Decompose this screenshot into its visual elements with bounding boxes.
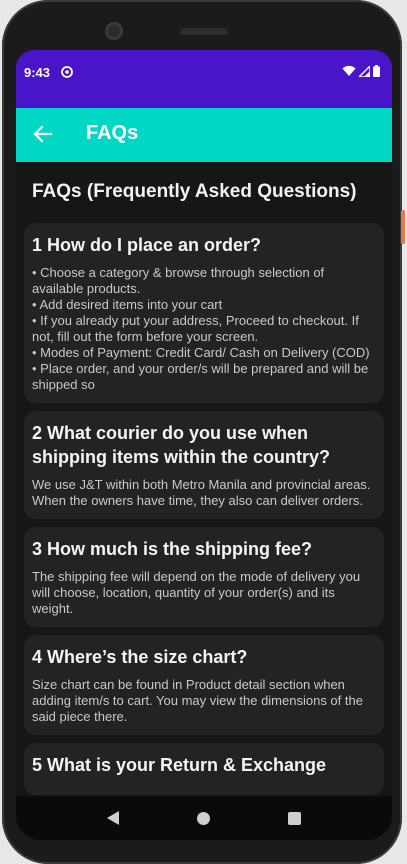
faq-scroll-view[interactable]: FAQs (Frequently Asked Questions) 1 How … bbox=[16, 162, 392, 796]
battery-icon bbox=[373, 65, 380, 77]
app-bar-title: FAQs bbox=[86, 122, 139, 144]
faq-question: 1 How do I place an order? bbox=[32, 235, 262, 255]
power-button bbox=[401, 210, 405, 244]
system-nav-bar bbox=[16, 796, 392, 840]
at-sign-icon bbox=[61, 66, 73, 78]
faq-question: 3 How much is the shipping fee? bbox=[32, 539, 313, 559]
back-triangle-icon[interactable] bbox=[107, 811, 119, 825]
faq-answer: We use J&T within both Metro Manila and … bbox=[32, 477, 371, 508]
faq-answer: The shipping fee will depend on the mode… bbox=[32, 569, 361, 616]
signal-icon bbox=[359, 65, 370, 77]
home-circle-icon[interactable] bbox=[197, 811, 210, 825]
faq-card[interactable]: 4 Where’s the size chart? Size chart can… bbox=[24, 635, 384, 735]
screen: 9:43 FAQs FAQs (Frequently Asked Questio… bbox=[16, 50, 392, 840]
page-title: FAQs (Frequently Asked Questions) bbox=[32, 181, 357, 202]
faq-answer: • Choose a category & browse through sel… bbox=[32, 265, 370, 392]
wifi-icon bbox=[342, 65, 356, 76]
front-camera bbox=[105, 22, 123, 40]
status-icons bbox=[342, 65, 380, 77]
faq-question: 4 Where’s the size chart? bbox=[32, 647, 248, 667]
recents-square-icon[interactable] bbox=[288, 811, 301, 825]
status-time: 9:43 bbox=[24, 65, 51, 80]
app-bar: FAQs bbox=[16, 108, 392, 162]
arrow-left-icon[interactable] bbox=[32, 123, 54, 145]
faq-card[interactable]: 2 What courier do you use when shipping … bbox=[24, 411, 384, 519]
faq-card[interactable]: 5 What is your Return & Exchange bbox=[24, 743, 384, 795]
earpiece-speaker bbox=[180, 28, 228, 35]
faq-card[interactable]: 3 How much is the shipping fee? The ship… bbox=[24, 527, 384, 627]
faq-card[interactable]: 1 How do I place an order? • Choose a ca… bbox=[24, 223, 384, 403]
phone-frame: 9:43 FAQs FAQs (Frequently Asked Questio… bbox=[2, 0, 405, 864]
faq-answer: Size chart can be found in Product detai… bbox=[32, 677, 363, 724]
status-bar: 9:43 bbox=[16, 50, 392, 108]
faq-question: 5 What is your Return & Exchange bbox=[32, 755, 327, 775]
faq-question: 2 What courier do you use when shipping … bbox=[32, 423, 331, 467]
